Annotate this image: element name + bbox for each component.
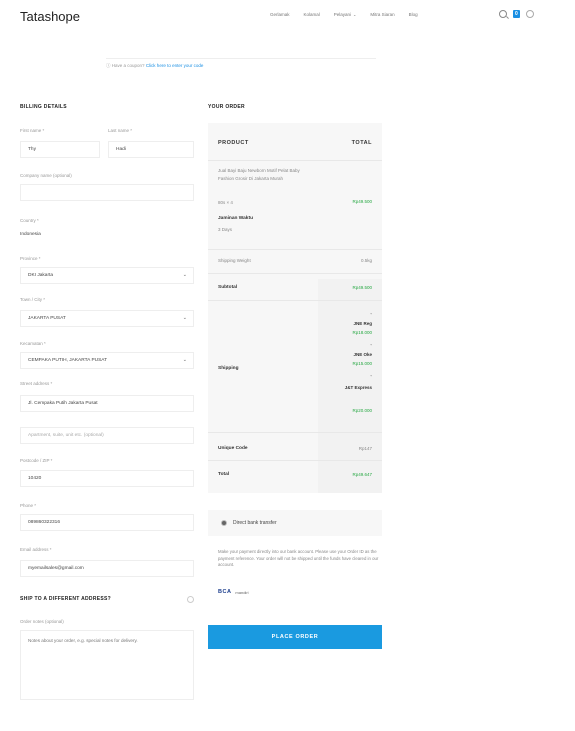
- shipping-option-price: Rp15.000: [352, 361, 372, 366]
- email-field[interactable]: myemailsales@gmail.com: [20, 560, 194, 577]
- item-total: Rp49.500: [352, 199, 372, 204]
- unique-code-label: Unique Code: [218, 446, 248, 451]
- shipping-weight-value: 0.5kg: [360, 258, 372, 263]
- item-meta-label: Jaminan Waktu: [218, 216, 254, 221]
- unique-code-value: Rp147: [358, 446, 372, 451]
- street-field[interactable]: Jl. Cempaka Putih Jakarta Pusat: [20, 395, 194, 412]
- shipping-option-price: Rp20.000: [352, 408, 372, 413]
- item-qty: 80s × 4: [218, 200, 233, 205]
- shipping-option-name: JNE Oke: [353, 352, 372, 357]
- postcode-field[interactable]: 10420: [20, 470, 194, 487]
- total-value: Rp49.647: [352, 472, 372, 477]
- payment-method[interactable]: Direct bank transfer: [208, 510, 382, 536]
- header-icons: 0: [499, 10, 534, 18]
- payment-radio[interactable]: [221, 520, 227, 526]
- district-select[interactable]: CEMPAKA PUTIH, JAKARTA PUSAT ⌄: [20, 352, 194, 369]
- chevron-down-icon: ⌄: [182, 272, 187, 278]
- order-table-header: PRODUCT TOTAL: [208, 123, 382, 161]
- product-column-header: PRODUCT: [218, 140, 249, 146]
- nav-item[interactable]: Blog: [409, 12, 418, 17]
- phone-label: Phone *: [20, 503, 37, 508]
- country-label: Country *: [20, 218, 39, 223]
- company-label: Company name (optional): [20, 173, 72, 178]
- phone-field[interactable]: 089860322316: [20, 514, 194, 531]
- main-nav: Gerlamak Kolamal Pelayani ⌄ Mitra Siaran …: [270, 12, 418, 17]
- street-label: Street address *: [20, 381, 53, 386]
- chevron-down-icon: ⌄: [182, 315, 187, 321]
- radio-icon[interactable]: ◦: [370, 311, 372, 316]
- shipping-label: Shipping: [218, 366, 239, 371]
- order-review: PRODUCT TOTAL Jual Bayi Baju Newborn Mot…: [208, 123, 382, 493]
- shipping-option-name: JNE Reg: [353, 321, 372, 326]
- place-order-button[interactable]: PLACE ORDER: [208, 625, 382, 649]
- divider: [208, 460, 382, 461]
- postcode-label: Postcode / ZIP *: [20, 458, 53, 463]
- coupon-link[interactable]: Click here to enter your code: [146, 63, 204, 68]
- last-name-field[interactable]: Hadi: [108, 141, 194, 158]
- bank-logo: mandiri: [235, 589, 249, 595]
- divider: [208, 273, 382, 274]
- chevron-down-icon: ⌄: [353, 12, 357, 17]
- city-value: JAKARTA PUSAT: [28, 316, 66, 321]
- divider: [208, 249, 382, 250]
- total-label: Total: [218, 472, 230, 477]
- coupon-text: Have a coupon?: [111, 63, 145, 68]
- ship-different-checkbox[interactable]: [187, 596, 194, 603]
- province-select[interactable]: DKI Jakarta ⌄: [20, 267, 194, 284]
- site-logo[interactable]: Tatashope: [20, 9, 80, 24]
- country-value: Indonesia: [20, 232, 41, 237]
- search-icon[interactable]: [499, 10, 507, 18]
- email-label: Email address *: [20, 547, 52, 552]
- bank-logo: BCA: [218, 589, 232, 595]
- ship-different-title: SHIP TO A DIFFERENT ADDRESS?: [20, 596, 111, 602]
- district-value: CEMPAKA PUTIH, JAKARTA PUSAT: [28, 358, 108, 363]
- street2-field[interactable]: Apartment, suite, unit etc. (optional): [20, 427, 194, 444]
- cart-count-badge[interactable]: 0: [513, 10, 520, 18]
- province-value: DKI Jakarta: [28, 273, 54, 278]
- subtotal-label: Subtotal: [218, 285, 238, 290]
- order-notes-field[interactable]: Notes about your order, e.g. special not…: [20, 630, 194, 700]
- item-meta-value: 3 Days: [218, 227, 233, 232]
- shipping-option-price: Rp18.000: [352, 330, 372, 335]
- coupon-notice: ⓘ Have a coupon? Click here to enter you…: [106, 58, 376, 72]
- order-notes-label: Order notes (optional): [20, 619, 64, 624]
- item-name: Jual Bayi Baju Newborn Motif Pelat Baby …: [218, 168, 300, 181]
- nav-item[interactable]: Mitra Siaran: [370, 12, 394, 17]
- site-header: Tatashope Gerlamak Kolamal Pelayani ⌄ Mit…: [0, 0, 575, 32]
- nav-item[interactable]: Gerlamak: [270, 12, 290, 17]
- radio-icon[interactable]: ◦: [370, 373, 372, 378]
- city-label: Town / City *: [20, 297, 46, 302]
- first-name-label: First name *: [20, 128, 45, 133]
- nav-item-dropdown[interactable]: Pelayani ⌄: [334, 12, 357, 17]
- district-label: Kecamatan *: [20, 341, 46, 346]
- payment-description: Make your payment directly into our bank…: [218, 549, 379, 567]
- radio-icon[interactable]: ◦: [370, 342, 372, 347]
- shipping-option-name: J&T Express: [344, 385, 372, 390]
- your-order-title: YOUR ORDER: [208, 104, 245, 110]
- total-column-header: TOTAL: [351, 140, 372, 146]
- nav-item-label: Pelayani: [333, 12, 352, 17]
- divider: [208, 432, 382, 433]
- bank-logos: BCA mandiri: [218, 589, 249, 595]
- divider: [208, 300, 382, 301]
- company-field[interactable]: [20, 184, 194, 201]
- subtotal-value: Rp49.500: [352, 285, 372, 290]
- first-name-field[interactable]: Thy: [20, 141, 100, 158]
- chevron-down-icon: ⌄: [182, 357, 187, 363]
- last-name-label: Last name *: [108, 128, 133, 133]
- nav-item[interactable]: Kolamal: [304, 12, 320, 17]
- province-label: Province *: [20, 256, 41, 261]
- city-select[interactable]: JAKARTA PUSAT ⌄: [20, 310, 194, 327]
- user-icon[interactable]: [525, 10, 534, 18]
- shipping-weight-label: Shipping Weight: [218, 258, 251, 263]
- payment-method-label: Direct bank transfer: [233, 520, 277, 526]
- billing-title: BILLING DETAILS: [20, 104, 67, 110]
